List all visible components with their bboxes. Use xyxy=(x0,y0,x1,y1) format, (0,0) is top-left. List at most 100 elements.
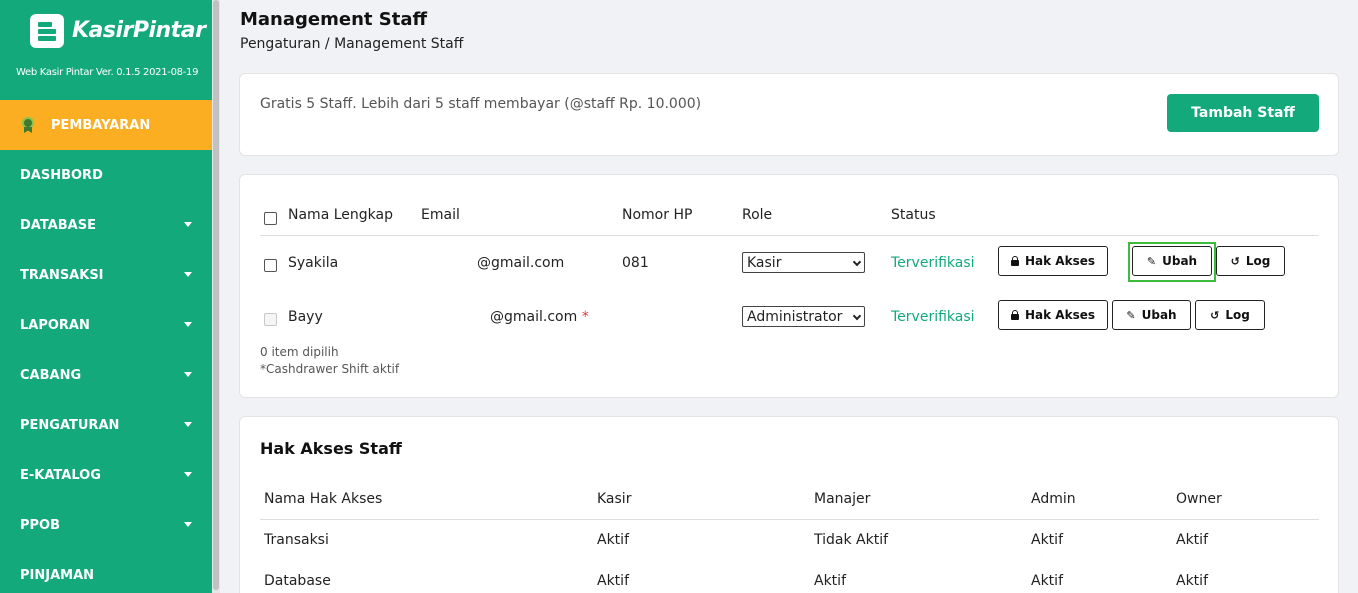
access-value: Tidak Aktif xyxy=(814,532,889,548)
log-button-label: Log xyxy=(1225,308,1250,322)
chevron-down-icon xyxy=(852,311,862,321)
access-value: Aktif xyxy=(1176,532,1208,548)
column-header-manajer: Manajer xyxy=(814,491,871,507)
edit-button[interactable]: ✎ Ubah xyxy=(1112,300,1191,330)
medal-icon xyxy=(20,117,36,133)
status-badge: Terverifikasi xyxy=(891,309,975,325)
role-select-value: Administrator xyxy=(747,308,843,325)
staff-name: Syakila xyxy=(288,255,339,271)
access-button[interactable]: Hak Akses xyxy=(998,300,1108,330)
main-content: Management Staff Pengaturan / Management… xyxy=(220,0,1358,593)
log-button-label: Log xyxy=(1245,254,1271,268)
column-header-name: Nama Lengkap xyxy=(288,207,393,223)
row-checkbox-disabled xyxy=(264,313,277,326)
access-card: Hak Akses Staff Nama Hak Akses Kasir Man… xyxy=(239,416,1339,593)
access-value: Aktif xyxy=(814,573,846,589)
sidebar-item-database[interactable]: DATABASE xyxy=(0,200,212,250)
sidebar-item-pembayaran[interactable]: PEMBAYARAN xyxy=(0,100,212,150)
log-button[interactable]: ↺ Log xyxy=(1216,246,1285,276)
column-header-owner: Owner xyxy=(1176,491,1222,507)
sidebar-item-label: PEMBAYARAN xyxy=(51,117,151,133)
caret-down-icon xyxy=(184,422,192,427)
row-checkbox[interactable] xyxy=(264,259,277,272)
sidebar-item-ppob[interactable]: PPOB xyxy=(0,500,212,550)
staff-email: @gmail.com * xyxy=(490,309,589,325)
sidebar-item-label: TRANSAKSI xyxy=(20,267,104,283)
sidebar-scrollbar[interactable] xyxy=(212,0,220,593)
brand-name: KasirPintar xyxy=(72,18,206,43)
access-button-label: Hak Akses xyxy=(1025,308,1095,322)
sidebar-item-transaksi[interactable]: TRANSAKSI xyxy=(0,250,212,300)
header-divider xyxy=(260,519,1319,520)
staff-phone: 081 xyxy=(622,255,649,271)
sidebar: KasirPintar Web Kasir Pintar Ver. 0.1.5 … xyxy=(0,0,212,593)
access-value: Aktif xyxy=(597,573,629,589)
info-card: Gratis 5 Staff. Lebih dari 5 staff memba… xyxy=(239,73,1339,156)
caret-down-icon xyxy=(184,322,192,327)
selected-count: 0 item dipilih xyxy=(260,345,339,359)
focus-highlight xyxy=(1128,242,1216,282)
add-staff-button[interactable]: Tambah Staff xyxy=(1167,94,1319,132)
page-title: Management Staff xyxy=(240,9,428,30)
caret-down-icon xyxy=(184,272,192,277)
caret-down-icon xyxy=(184,372,192,377)
caret-down-icon xyxy=(184,472,192,477)
breadcrumb: Pengaturan / Management Staff xyxy=(240,36,464,52)
shift-note: *Cashdrawer Shift aktif xyxy=(260,362,400,376)
history-icon: ↺ xyxy=(1210,308,1220,322)
log-button[interactable]: ↺ Log xyxy=(1195,300,1265,330)
staff-email: @gmail.com xyxy=(477,255,565,271)
caret-down-icon xyxy=(184,222,192,227)
lock-icon xyxy=(1011,255,1019,266)
lock-icon xyxy=(1011,309,1019,320)
sidebar-item-label: DASHBORD xyxy=(20,167,103,183)
chevron-down-icon xyxy=(852,257,862,267)
select-all-checkbox[interactable] xyxy=(264,212,277,225)
sidebar-item-laporan[interactable]: LAPORAN xyxy=(0,300,212,350)
access-button[interactable]: Hak Akses xyxy=(998,246,1108,276)
staff-table-card: Nama Lengkap Email Nomor HP Role Status … xyxy=(239,174,1339,398)
info-text: Gratis 5 Staff. Lebih dari 5 staff memba… xyxy=(260,96,702,112)
access-name: Database xyxy=(264,573,331,589)
column-header-phone: Nomor HP xyxy=(622,207,693,223)
access-button-label: Hak Akses xyxy=(1025,254,1095,268)
access-value: Aktif xyxy=(1031,532,1063,548)
sidebar-item-label: DATABASE xyxy=(20,217,96,233)
sidebar-item-dashbord[interactable]: DASHBORD xyxy=(0,150,212,200)
role-select[interactable]: Administrator xyxy=(742,306,865,327)
version-label: Web Kasir Pintar Ver. 0.1.5 2021-08-19 xyxy=(16,67,199,78)
sidebar-item-pengaturan[interactable]: PENGATURAN xyxy=(0,400,212,450)
role-select-value: Kasir xyxy=(747,254,782,271)
column-header-kasir: Kasir xyxy=(597,491,632,507)
history-icon: ↺ xyxy=(1230,254,1240,268)
column-header-admin: Admin xyxy=(1031,491,1076,507)
access-value: Aktif xyxy=(1031,573,1063,589)
sidebar-item-label: E-KATALOG xyxy=(20,467,101,483)
sidebar-item-label: LAPORAN xyxy=(20,317,90,333)
sidebar-item-cabang[interactable]: CABANG xyxy=(0,350,212,400)
access-value: Aktif xyxy=(597,532,629,548)
sidebar-item-label: CABANG xyxy=(20,367,82,383)
status-badge: Terverifikasi xyxy=(891,255,975,271)
brand: KasirPintar Web Kasir Pintar Ver. 0.1.5 … xyxy=(0,0,212,100)
access-value: Aktif xyxy=(1176,573,1208,589)
access-name: Transaksi xyxy=(264,532,329,548)
staff-name: Bayy xyxy=(288,309,323,325)
logo-icon xyxy=(30,14,64,48)
sidebar-item-label: PENGATURAN xyxy=(20,417,120,433)
column-header-email: Email xyxy=(421,207,460,223)
header-divider xyxy=(260,235,1319,236)
column-header-access-name: Nama Hak Akses xyxy=(264,491,383,507)
sidebar-item-label: PPOB xyxy=(20,517,61,533)
column-header-status: Status xyxy=(891,207,936,223)
sidebar-item-pinjaman[interactable]: PINJAMAN xyxy=(0,550,212,593)
sidebar-item-e-katalog[interactable]: E-KATALOG xyxy=(0,450,212,500)
column-header-role: Role xyxy=(742,207,773,223)
sidebar-item-label: PINJAMAN xyxy=(20,567,95,583)
role-select[interactable]: Kasir xyxy=(742,252,865,273)
edit-button-label: Ubah xyxy=(1141,308,1177,322)
scrollbar-thumb[interactable] xyxy=(213,0,219,590)
section-title: Hak Akses Staff xyxy=(260,439,402,458)
caret-down-icon xyxy=(184,522,192,527)
edit-icon: ✎ xyxy=(1126,308,1136,322)
